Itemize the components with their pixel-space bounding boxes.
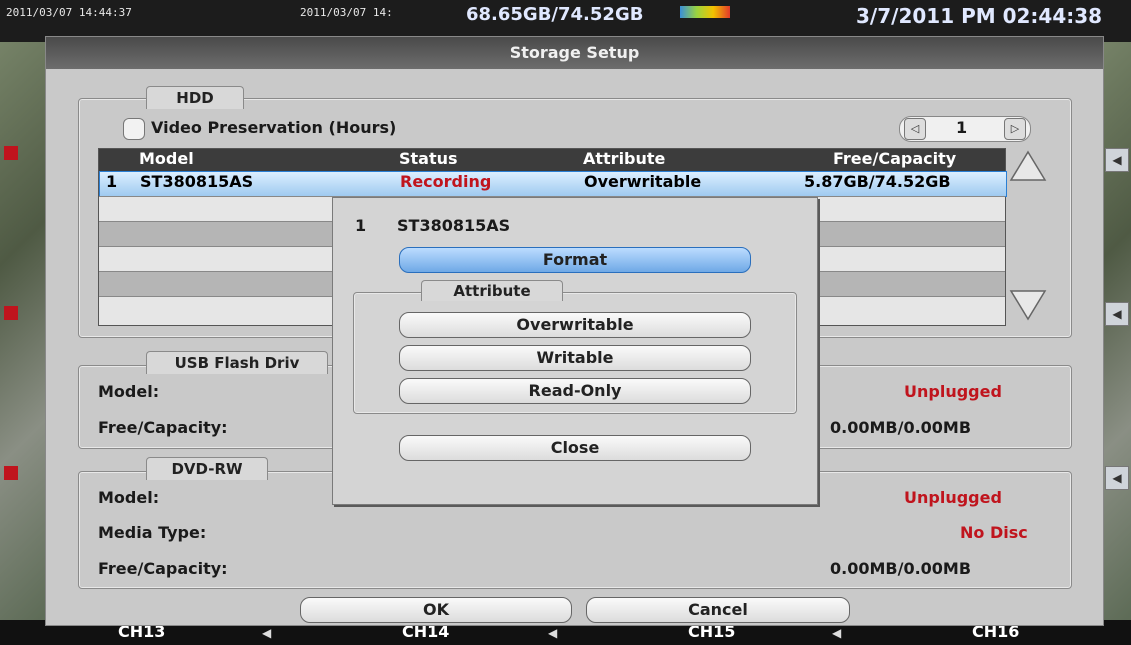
usb-capacity-value: 0.00MB/0.00MB (830, 418, 972, 437)
scroll-down-icon[interactable] (1008, 288, 1048, 322)
dialog-title: Storage Setup (46, 37, 1103, 69)
dvd-model-value: Unplugged (904, 488, 1002, 507)
prev-page-button[interactable]: ◁ (904, 118, 926, 140)
usage-meter (680, 6, 730, 18)
timestamp-mid: 2011/03/07 14: (300, 6, 393, 19)
speaker-icon[interactable]: ◀ (1105, 466, 1129, 490)
column-model: Model (139, 149, 194, 168)
speaker-icon[interactable]: ◀ (1105, 302, 1129, 326)
speaker-icon[interactable]: ◀ (262, 626, 271, 640)
storage-setup-dialog: Storage Setup HDD Video Preservation (Ho… (45, 36, 1104, 626)
record-icon (4, 466, 18, 480)
record-icon (4, 146, 18, 160)
attribute-tab: Attribute (421, 280, 563, 301)
row-capacity: 5.87GB/74.52GB (804, 172, 951, 191)
column-attribute: Attribute (583, 149, 666, 168)
page-number: 1 (956, 118, 968, 137)
record-icon (4, 306, 18, 320)
usb-tab: USB Flash Driv (146, 351, 328, 374)
read-only-button[interactable]: Read-Only (399, 378, 751, 404)
row-model: ST380815AS (140, 172, 254, 191)
usb-model-label: Model: (98, 382, 160, 401)
datetime-display: 3/7/2011 PM 02:44:38 (856, 4, 1103, 28)
hdd-tab: HDD (146, 86, 244, 109)
popup-index: 1 (355, 216, 367, 235)
speaker-icon[interactable]: ◀ (832, 626, 841, 640)
video-preservation-label: Video Preservation (Hours) (151, 118, 397, 137)
popup-model: ST380815AS (397, 216, 511, 235)
row-attribute: Overwritable (584, 172, 702, 191)
row-status: Recording (400, 172, 492, 191)
dvd-media-label: Media Type: (98, 523, 207, 542)
writable-button[interactable]: Writable (399, 345, 751, 371)
dvd-capacity-value: 0.00MB/0.00MB (830, 559, 972, 578)
column-status: Status (399, 149, 458, 168)
ok-button[interactable]: OK (300, 597, 572, 623)
overwritable-button[interactable]: Overwritable (399, 312, 751, 338)
scroll-up-icon[interactable] (1008, 149, 1048, 183)
hdd-table-header: Model Status Attribute Free/Capacity (99, 149, 1005, 171)
dvd-model-label: Model: (98, 488, 160, 507)
usb-capacity-label: Free/Capacity: (98, 418, 228, 437)
next-page-button[interactable]: ▷ (1004, 118, 1026, 140)
speaker-icon[interactable]: ◀ (1105, 148, 1129, 172)
storage-usage-readout: 68.65GB/74.52GB (466, 4, 644, 25)
row-index: 1 (106, 172, 118, 191)
hdd-options-popup: 1 ST380815AS Format Attribute Overwritab… (332, 197, 818, 505)
table-row[interactable]: 1 ST380815AS Recording Overwritable 5.87… (99, 171, 1007, 197)
speaker-icon[interactable]: ◀ (548, 626, 557, 640)
dvd-capacity-label: Free/Capacity: (98, 559, 228, 578)
usb-model-value: Unplugged (904, 382, 1002, 401)
close-button[interactable]: Close (399, 435, 751, 461)
dvd-media-value: No Disc (960, 523, 1028, 542)
hdd-pager: ◁ 1 ▷ (899, 116, 1031, 142)
cancel-button[interactable]: Cancel (586, 597, 850, 623)
timestamp-left: 2011/03/07 14:44:37 (6, 6, 132, 19)
column-free-capacity: Free/Capacity (833, 149, 957, 168)
dvd-tab: DVD-RW (146, 457, 268, 480)
format-button[interactable]: Format (399, 247, 751, 273)
video-preservation-checkbox[interactable] (123, 118, 145, 140)
